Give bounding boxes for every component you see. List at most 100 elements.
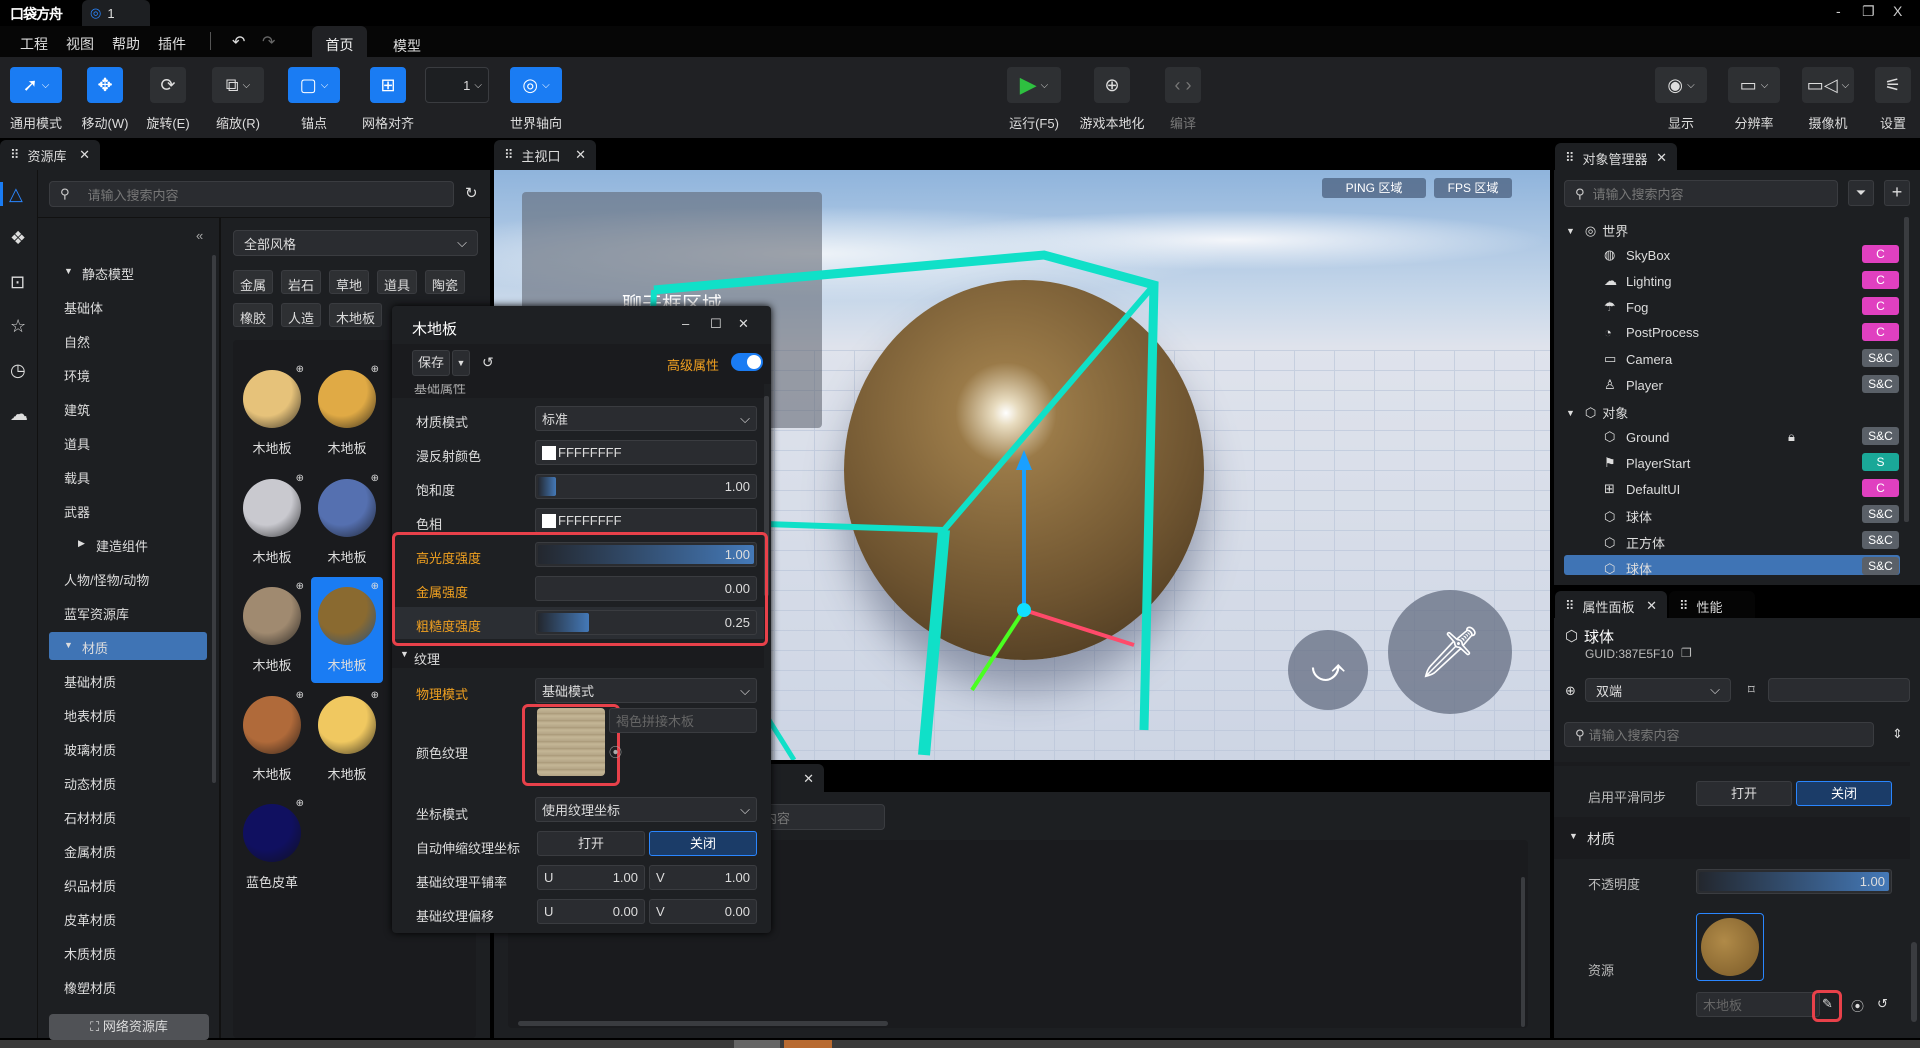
- add-icon[interactable]: +: [1884, 180, 1910, 206]
- objects-scrollbar[interactable]: [1904, 217, 1909, 522]
- general-mode-button[interactable]: ➚ ⌵ 通用模式: [8, 67, 64, 132]
- filter-chip[interactable]: 草地: [329, 270, 370, 294]
- color-texture-field[interactable]: 褐色拼接木板: [609, 708, 757, 733]
- tab-assets[interactable]: ⠿ 资源库 ✕: [0, 140, 100, 170]
- material-item[interactable]: ⊕ 木地板: [311, 577, 383, 683]
- tree-item[interactable]: 环境: [38, 360, 208, 388]
- object-item[interactable]: ⬡ 正方体: [1604, 533, 1665, 552]
- refresh-icon[interactable]: ↻: [465, 184, 478, 202]
- close-icon[interactable]: ✕: [803, 771, 814, 787]
- drag-handle-icon[interactable]: ⠿: [1565, 150, 1575, 166]
- star-icon[interactable]: ☆: [10, 316, 26, 337]
- hue-color-field[interactable]: FFFFFFFF: [535, 508, 757, 533]
- compile-button[interactable]: ‹ › 编译: [1164, 67, 1202, 132]
- locate-icon[interactable]: ⦿: [609, 742, 622, 761]
- menu-project[interactable]: 工程: [20, 34, 48, 54]
- style-select[interactable]: 全部风格 ⌵: [233, 230, 478, 256]
- tab-home[interactable]: 首页: [312, 26, 367, 57]
- filter-chip[interactable]: 陶瓷: [425, 270, 466, 294]
- tab-performance[interactable]: ⠿ 性能: [1669, 591, 1755, 621]
- project-tab[interactable]: ◎ 1: [82, 0, 150, 26]
- camera-button[interactable]: ▭◁ ⌵ 摄像机: [1800, 67, 1856, 132]
- tree-item[interactable]: ▼ 材质: [49, 632, 207, 660]
- tree-item[interactable]: 石材材质: [38, 802, 208, 830]
- color-swatch[interactable]: [542, 445, 556, 460]
- object-item[interactable]: ♙ Player: [1604, 377, 1663, 393]
- upload-cloud-icon[interactable]: ☁: [10, 404, 28, 425]
- object-item[interactable]: ☁ Lighting: [1604, 273, 1672, 289]
- objects-search-input[interactable]: ⚲ 请输入搜索内容: [1564, 180, 1838, 207]
- section-basic[interactable]: 基础属性: [414, 384, 466, 397]
- object-item[interactable]: ▭ Camera: [1604, 351, 1672, 367]
- maximize-icon[interactable]: ☐: [710, 316, 722, 332]
- tree-item[interactable]: ▶ 建造组件: [38, 530, 208, 558]
- tree-item[interactable]: 武器: [38, 496, 208, 524]
- object-group[interactable]: ▼ ⬡ 对象: [1566, 403, 1628, 422]
- material-item[interactable]: ⊕ 木地板: [236, 577, 308, 683]
- jump-button-icon[interactable]: ⤻: [1288, 630, 1368, 710]
- tree-item[interactable]: 自然: [38, 326, 208, 354]
- settings-button[interactable]: ⚟ 设置: [1874, 67, 1912, 132]
- minimize-button[interactable]: -: [1836, 3, 1841, 19]
- drag-handle-icon[interactable]: ⠿: [1565, 598, 1575, 614]
- physics-mode-select[interactable]: 基础模式 ⌵: [535, 678, 757, 703]
- tree-item[interactable]: 织品材质: [38, 870, 208, 898]
- object-item[interactable]: ◍ SkyBox: [1604, 247, 1670, 263]
- tree-item[interactable]: ▼ 静态模型: [38, 258, 208, 286]
- material-mode-select[interactable]: 标准 ⌵: [535, 406, 757, 431]
- material-item[interactable]: ⊕ 木地板: [236, 469, 308, 575]
- tree-item[interactable]: 载具: [38, 462, 208, 490]
- material-item[interactable]: ⊕ 木地板: [311, 360, 383, 466]
- filter-chip[interactable]: 道具: [377, 270, 418, 294]
- section-texture[interactable]: ▼ 纹理: [392, 646, 764, 668]
- attack-sword-icon[interactable]: 🗡: [1388, 590, 1512, 714]
- tree-item[interactable]: 道具: [38, 428, 208, 456]
- offset-u-input[interactable]: U 0.00: [537, 899, 645, 924]
- horizontal-scrollbar[interactable]: [518, 1021, 888, 1026]
- close-icon[interactable]: ✕: [1646, 598, 1657, 614]
- tree-item[interactable]: 基础材质: [38, 666, 208, 694]
- rotate-button[interactable]: ⟳ 旋转(E): [144, 67, 192, 132]
- grid-size-select[interactable]: 1 ⌵: [425, 67, 489, 103]
- close-icon[interactable]: ✕: [79, 147, 90, 163]
- world-axis-button[interactable]: ◎ ⌵ 世界轴向: [505, 67, 567, 132]
- net-mode-select[interactable]: 双端 ⌵: [1585, 678, 1731, 702]
- network-assets-button[interactable]: ⛶ 网络资源库: [49, 1014, 209, 1040]
- zoom-in-icon[interactable]: ⊕: [296, 581, 304, 592]
- vertical-scrollbar[interactable]: [1521, 877, 1525, 1027]
- collapse-all-icon[interactable]: ⇕: [1892, 726, 1903, 742]
- saturation-slider[interactable]: 1.00: [535, 474, 757, 499]
- object-item[interactable]: ⬡ Ground: [1604, 429, 1669, 445]
- properties-search-input[interactable]: ⚲ 请输入搜索内容: [1564, 722, 1874, 747]
- menu-help[interactable]: 帮助: [112, 34, 140, 54]
- opacity-slider[interactable]: 1.00: [1696, 869, 1892, 894]
- grid-snap-button[interactable]: ⊞ 网格对齐: [360, 67, 416, 132]
- filter-chip[interactable]: 人造: [281, 303, 322, 327]
- object-item[interactable]: ☂ Fog: [1604, 299, 1648, 315]
- toolbox-icon[interactable]: ⊡: [10, 272, 25, 293]
- tab-main-viewport[interactable]: ⠿ 主视口 ✕: [494, 140, 596, 170]
- reset-icon[interactable]: ↺: [482, 354, 494, 371]
- advanced-toggle[interactable]: [731, 353, 763, 371]
- collapse-icon[interactable]: «: [196, 228, 203, 243]
- run-button[interactable]: ▶ ⌵ 运行(F5): [1004, 67, 1064, 132]
- display-button[interactable]: ◉ ⌵ 显示: [1653, 67, 1709, 132]
- zoom-in-icon[interactable]: ⊕: [296, 798, 304, 809]
- drag-handle-icon[interactable]: ⠿: [10, 147, 20, 163]
- color-swatch[interactable]: [542, 513, 556, 528]
- smooth-sync-on-button[interactable]: 打开: [1696, 781, 1792, 806]
- object-item[interactable]: ◔ PostProcess: [1604, 325, 1699, 340]
- locate-icon[interactable]: ⦿: [1851, 996, 1864, 1015]
- object-item[interactable]: ⊞ DefaultUI: [1604, 481, 1680, 497]
- tiling-v-input[interactable]: V 1.00: [649, 865, 757, 890]
- tree-item[interactable]: 金属材质: [38, 836, 208, 864]
- properties-scrollbar[interactable]: [1911, 942, 1917, 1022]
- material-item[interactable]: ⊕ 木地板: [311, 469, 383, 575]
- move-button[interactable]: ✥ 移动(W): [78, 67, 132, 132]
- clock-icon[interactable]: ◷: [10, 360, 26, 381]
- resource-input[interactable]: 木地板: [1696, 992, 1820, 1017]
- reset-icon[interactable]: ↺: [1877, 996, 1888, 1012]
- section-material[interactable]: ▼ 材质: [1554, 817, 1910, 859]
- diffuse-color-field[interactable]: FFFFFFFF: [535, 440, 757, 465]
- offset-v-input[interactable]: V 0.00: [649, 899, 757, 924]
